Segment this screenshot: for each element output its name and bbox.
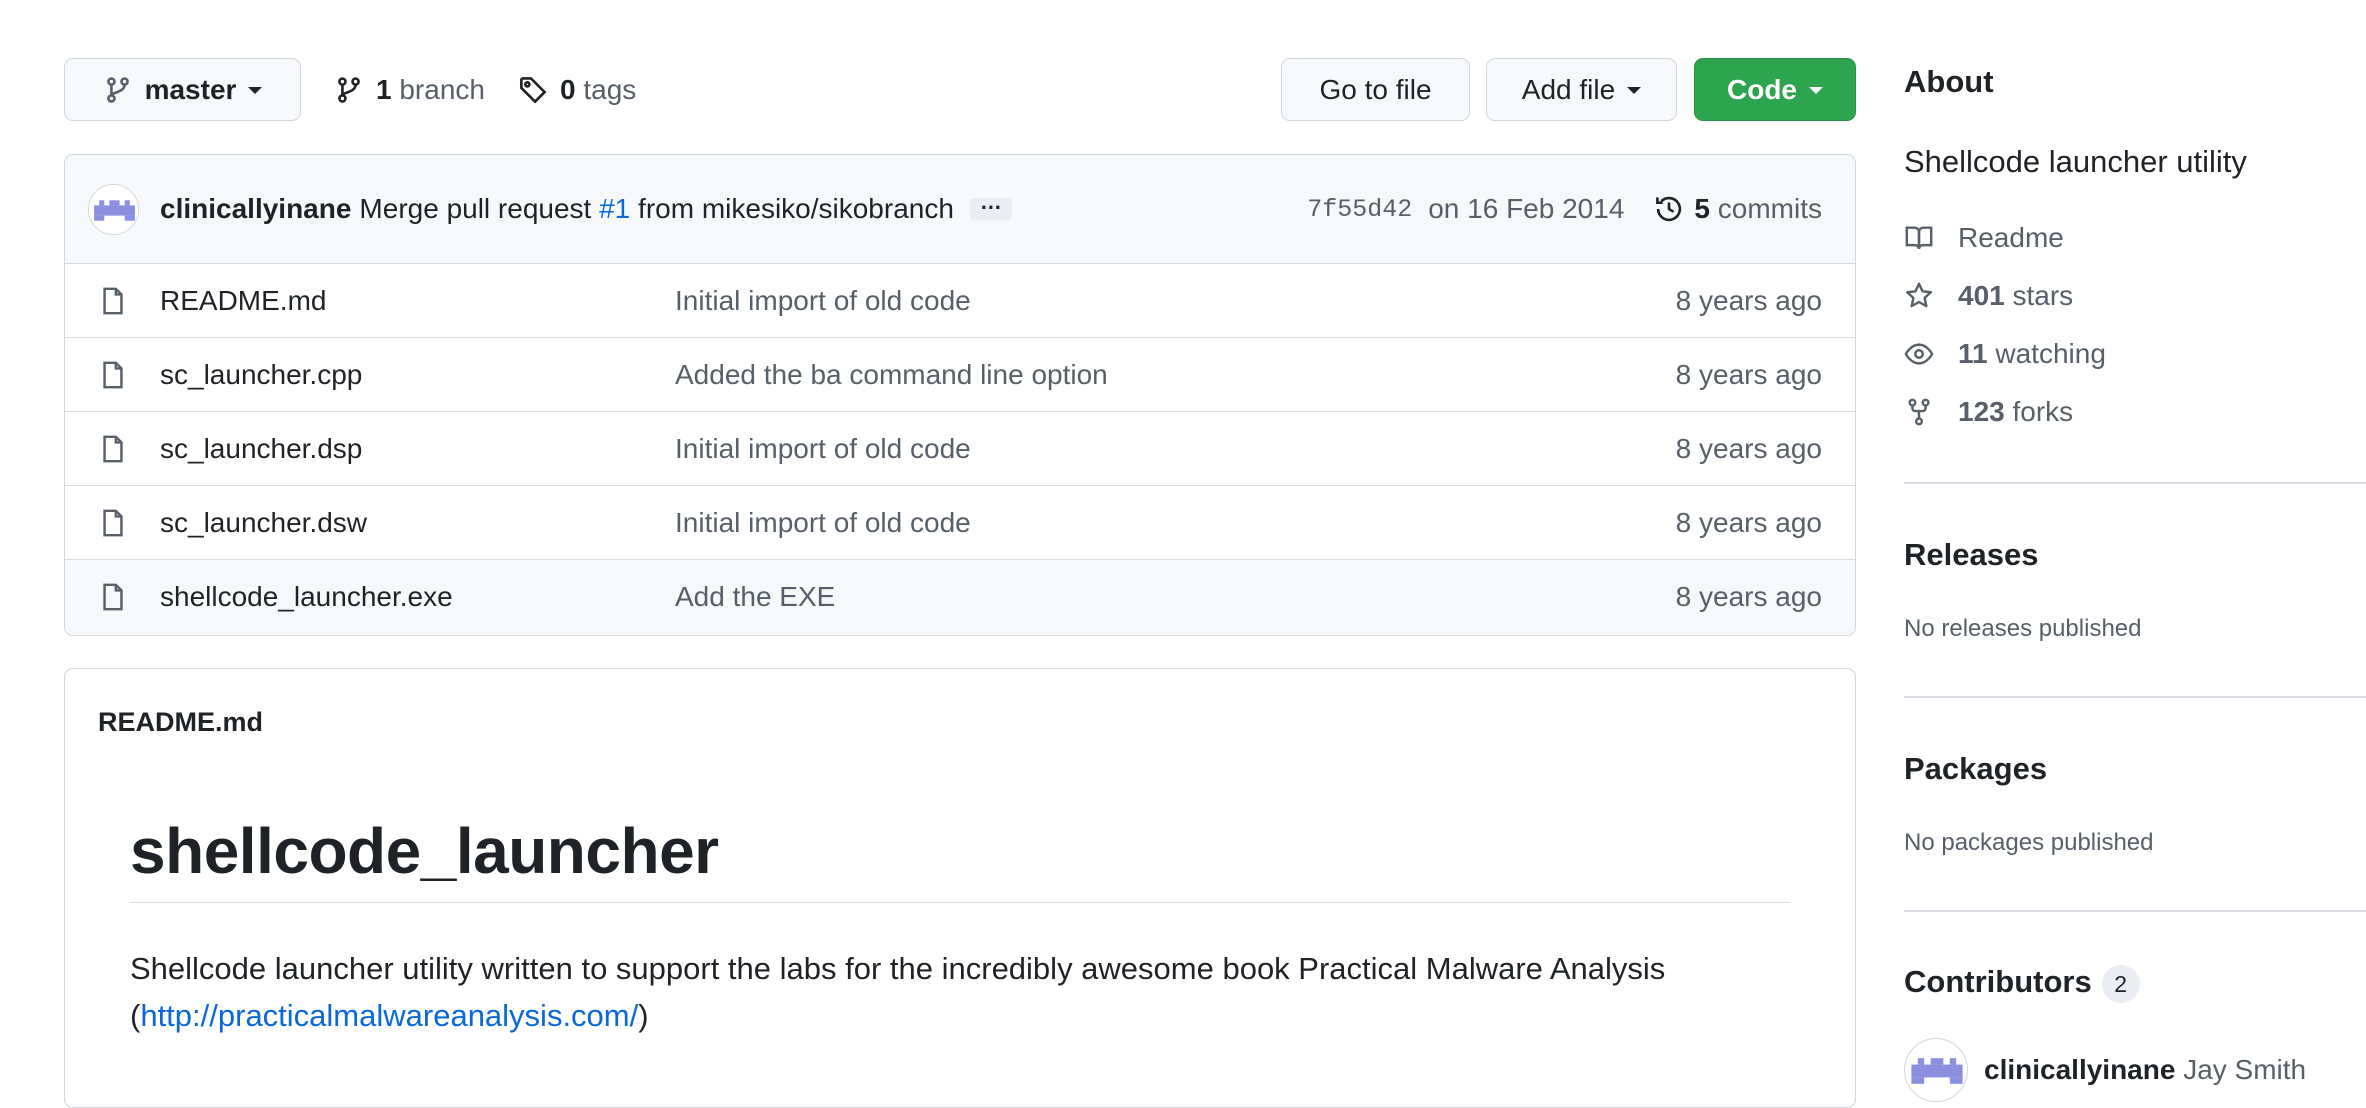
forks-label: forks — [2012, 396, 2074, 427]
commits-label: commits — [1717, 193, 1822, 224]
file-age: 8 years ago — [1675, 284, 1822, 316]
file-name[interactable]: shellcode_launcher.exe — [160, 581, 675, 613]
file-commit-message[interactable]: Added the ba command line option — [675, 359, 1676, 391]
commit-author[interactable]: clinicallyinane — [160, 193, 351, 225]
go-to-file-label: Go to file — [1319, 73, 1432, 105]
readme-link[interactable]: http://practicalmalwareanalysis.com/ — [140, 998, 638, 1033]
stars-count: 401 — [1958, 280, 2005, 311]
contributor-name: Jay Smith — [2183, 1054, 2307, 1085]
go-to-file-button[interactable]: Go to file — [1281, 58, 1470, 121]
file-browser: clinicallyinane Merge pull request #1 fr… — [64, 154, 1856, 636]
tags-link[interactable]: 0 tags — [518, 58, 636, 121]
watching-label: watching — [1995, 338, 2106, 369]
readme-close-paren: ) — [638, 998, 649, 1033]
pull-request-link[interactable]: #1 — [599, 193, 630, 224]
branch-count: 1 — [376, 73, 392, 105]
file-name[interactable]: README.md — [160, 285, 675, 317]
contributors-count-badge: 2 — [2101, 964, 2140, 1003]
file-commit-message[interactable]: Initial import of old code — [675, 507, 1676, 539]
stars-label: stars — [2012, 280, 2074, 311]
file-icon — [98, 360, 128, 390]
branch-select-button[interactable]: master — [64, 58, 301, 121]
contributor-item[interactable]: clinicallyinane Jay Smith — [1904, 1038, 2306, 1102]
commit-message-post: from mikesiko/sikobranch — [630, 193, 954, 224]
file-age: 8 years ago — [1675, 432, 1822, 464]
file-commit-message[interactable]: Add the EXE — [675, 581, 1676, 613]
readme-file-label[interactable]: README.md — [98, 707, 263, 738]
file-icon — [98, 286, 128, 316]
divider — [1904, 910, 2366, 912]
repo-description: Shellcode launcher utility — [1904, 144, 2247, 179]
eye-icon — [1904, 339, 1934, 369]
readme-link-label: Readme — [1958, 222, 2064, 253]
watching-count: 11 — [1958, 338, 1988, 369]
tag-label: tags — [583, 73, 637, 105]
readme-body: Shellcode launcher utility written to su… — [130, 951, 1666, 986]
file-row[interactable]: shellcode_launcher.exe Add the EXE 8 yea… — [65, 560, 1855, 634]
file-icon — [98, 434, 128, 464]
chevron-down-icon — [248, 87, 263, 94]
file-commit-message[interactable]: Initial import of old code — [675, 433, 1676, 465]
contributors-heading[interactable]: Contributors 2 — [1904, 964, 2140, 1003]
branches-link[interactable]: 1 branch — [334, 58, 485, 121]
readme-panel: README.md shellcode_launcher Shellcode l… — [64, 668, 1856, 1108]
readme-link-sidebar[interactable]: Readme — [1904, 222, 2064, 254]
about-heading: About — [1904, 64, 1994, 99]
commit-expand-button[interactable]: … — [969, 191, 1012, 220]
file-name[interactable]: sc_launcher.dsp — [160, 433, 675, 465]
forks-count: 123 — [1958, 396, 2005, 427]
contributor-login: clinicallyinane — [1984, 1054, 2176, 1085]
divider — [1904, 696, 2366, 698]
branch-select-label: master — [144, 73, 237, 105]
releases-empty-text: No releases published — [1904, 615, 2142, 642]
history-icon — [1654, 194, 1684, 224]
file-icon — [98, 508, 128, 538]
tag-count: 0 — [560, 73, 576, 105]
star-icon — [1904, 281, 1934, 311]
divider — [1904, 482, 2366, 484]
commit-message-pre: Merge pull request — [359, 193, 600, 224]
stars-link[interactable]: 401 stars — [1904, 280, 2073, 312]
readme-title: shellcode_launcher — [130, 814, 1790, 903]
readme-open-paren: ( — [130, 998, 141, 1033]
chevron-down-icon — [1627, 87, 1642, 94]
forks-link[interactable]: 123 forks — [1904, 396, 2073, 428]
readme-paragraph: Shellcode launcher utility written to su… — [130, 945, 1810, 1039]
releases-heading[interactable]: Releases — [1904, 537, 2038, 573]
packages-heading[interactable]: Packages — [1904, 751, 2047, 787]
file-age: 8 years ago — [1675, 581, 1822, 612]
chevron-down-icon — [1809, 87, 1823, 94]
book-icon — [1904, 223, 1934, 253]
watching-link[interactable]: 11 watching — [1904, 338, 2106, 370]
file-name[interactable]: sc_launcher.dsw — [160, 507, 675, 539]
commits-count: 5 — [1694, 193, 1710, 224]
file-commit-message[interactable]: Initial import of old code — [675, 285, 1676, 317]
file-age: 8 years ago — [1675, 506, 1822, 538]
commit-sha[interactable]: 7f55d42 — [1307, 195, 1412, 224]
git-branch-icon — [103, 75, 133, 105]
file-age: 8 years ago — [1675, 358, 1822, 390]
latest-commit-bar: clinicallyinane Merge pull request #1 fr… — [65, 155, 1855, 264]
file-row[interactable]: sc_launcher.cpp Added the ba command lin… — [65, 338, 1855, 412]
avatar[interactable] — [88, 183, 139, 235]
branch-label: branch — [399, 73, 485, 105]
fork-icon — [1904, 397, 1934, 427]
file-icon — [98, 582, 128, 612]
packages-empty-text: No packages published — [1904, 829, 2154, 856]
file-row[interactable]: sc_launcher.dsp Initial import of old co… — [65, 412, 1855, 486]
file-row[interactable]: README.md Initial import of old code 8 y… — [65, 264, 1855, 338]
commit-date: on 16 Feb 2014 — [1428, 193, 1625, 224]
tag-icon — [518, 75, 548, 105]
file-row[interactable]: sc_launcher.dsw Initial import of old co… — [65, 486, 1855, 560]
git-branch-icon — [334, 75, 364, 105]
commits-history-link[interactable]: 5 commits — [1654, 193, 1822, 225]
avatar[interactable] — [1904, 1038, 1968, 1102]
code-label: Code — [1727, 73, 1797, 105]
contributors-heading-label: Contributors — [1904, 964, 2092, 999]
add-file-button[interactable]: Add file — [1486, 58, 1677, 121]
commit-message[interactable]: Merge pull request #1 from mikesiko/siko… — [359, 193, 954, 225]
file-name[interactable]: sc_launcher.cpp — [160, 359, 675, 391]
add-file-label: Add file — [1521, 73, 1616, 105]
code-button[interactable]: Code — [1694, 58, 1856, 121]
